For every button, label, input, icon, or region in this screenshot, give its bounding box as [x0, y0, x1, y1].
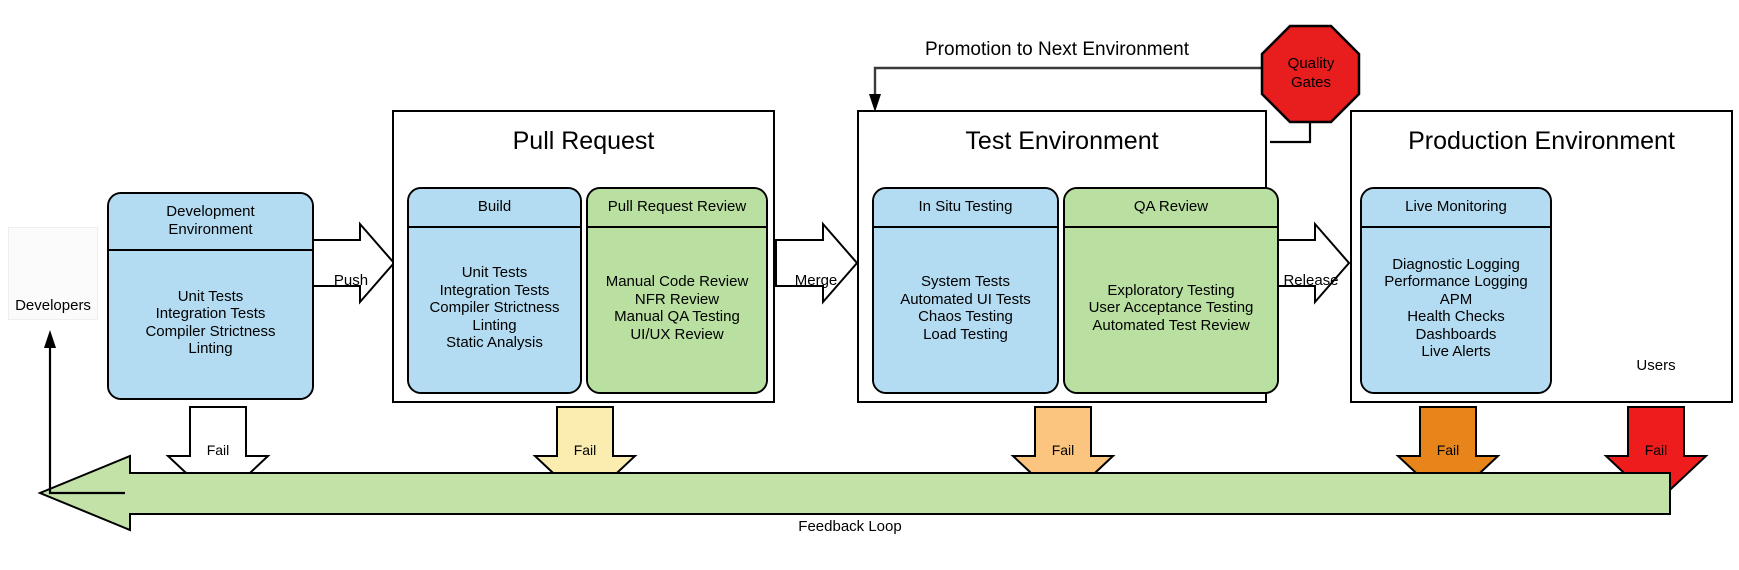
list-item: Manual QA Testing: [614, 308, 740, 325]
stage-card-in-situ-testing-items: System Tests Automated UI Tests Chaos Te…: [874, 228, 1057, 392]
stage-card-live-monitoring[interactable]: Live Monitoring Diagnostic Logging Perfo…: [1360, 187, 1552, 394]
stage-card-qa-review-title: QA Review: [1065, 189, 1277, 228]
lane-production-environment-title: Production Environment: [1408, 127, 1675, 155]
users-label: Users: [1636, 357, 1676, 374]
list-item: Compiler Strictness: [429, 299, 560, 317]
fail-arrow-label-5: Fail: [1644, 442, 1668, 458]
list-item: Manual Code Review: [605, 273, 749, 290]
merge-arrow-label: Merge: [794, 272, 838, 289]
fail-arrow-label-3: Fail: [1051, 442, 1075, 458]
promotion-connector: [869, 66, 1265, 112]
stage-card-in-situ-testing-title: In Situ Testing: [874, 189, 1057, 228]
fail-arrow-label-1: Fail: [206, 442, 230, 458]
list-item: Linting: [472, 316, 517, 334]
list-item: Static Analysis: [446, 334, 543, 352]
release-arrow: [1267, 221, 1351, 305]
fail-arrow-label-4: Fail: [1436, 442, 1460, 458]
stage-card-build-title: Build: [409, 189, 580, 228]
quality-gates-line-1: Quality: [1287, 55, 1335, 72]
stage-card-development[interactable]: Development Environment Unit Tests Integ…: [107, 192, 314, 400]
list-item: Performance Logging: [1384, 273, 1528, 290]
list-item: Automated Test Review: [1092, 316, 1250, 334]
list-item: Load Testing: [923, 325, 1008, 343]
list-item: Linting: [188, 340, 233, 357]
stage-card-development-title: Development Environment: [109, 194, 312, 251]
push-arrow-label: Push: [333, 272, 369, 289]
stage-card-pull-request-review[interactable]: Pull Request Review Manual Code Review N…: [586, 187, 768, 394]
stage-card-qa-review-items: Exploratory Testing User Acceptance Test…: [1065, 228, 1277, 392]
list-item: APM: [1439, 290, 1473, 308]
list-item: Health Checks: [1407, 308, 1505, 325]
release-arrow-label: Release: [1283, 272, 1339, 289]
merge-arrow: [775, 221, 859, 305]
list-item: Compiler Strictness: [145, 322, 276, 340]
list-item: Unit Tests: [461, 264, 528, 282]
quality-gates-line-2: Gates: [1290, 74, 1332, 91]
list-item: Automated UI Tests: [900, 290, 1031, 308]
stage-card-live-monitoring-title: Live Monitoring: [1362, 189, 1550, 228]
stage-card-live-monitoring-items: Diagnostic Logging Performance Logging A…: [1362, 228, 1550, 392]
dev-title-line-2: Environment: [168, 221, 253, 238]
promotion-label: Promotion to Next Environment: [925, 39, 1190, 60]
lane-test-environment-title: Test Environment: [965, 127, 1159, 155]
feedback-loop-label: Feedback Loop: [798, 518, 902, 535]
list-item: Integration Tests: [155, 305, 266, 322]
dev-title-line-1: Development: [166, 203, 255, 220]
quality-gates-label: Quality Gates: [1262, 54, 1360, 92]
list-item: Dashboards: [1415, 325, 1497, 343]
stage-card-pull-request-review-items: Manual Code Review NFR Review Manual QA …: [588, 228, 766, 392]
stage-card-qa-review[interactable]: QA Review Exploratory Testing User Accep…: [1063, 187, 1279, 394]
list-item: Exploratory Testing: [1107, 281, 1235, 299]
list-item: Integration Tests: [439, 281, 550, 299]
list-item: Live Alerts: [1421, 343, 1491, 360]
lane-pull-request-title: Pull Request: [512, 127, 655, 155]
list-item: System Tests: [921, 273, 1010, 290]
stage-card-build[interactable]: Build Unit Tests Integration Tests Compi…: [407, 187, 582, 394]
list-item: Diagnostic Logging: [1392, 255, 1520, 273]
diagram-canvas: Developers Development Environment Unit …: [0, 0, 1739, 570]
users-actor[interactable]: Users: [1606, 215, 1706, 375]
list-item: User Acceptance Testing: [1088, 299, 1254, 317]
stage-card-development-items: Unit Tests Integration Tests Compiler St…: [109, 251, 312, 398]
push-arrow: [312, 221, 396, 305]
list-item: UI/UX Review: [630, 325, 724, 343]
developers-label: Developers: [15, 297, 91, 314]
developers-actor[interactable]: Developers: [8, 227, 98, 320]
list-item: NFR Review: [634, 290, 720, 308]
fail-arrow-label-2: Fail: [573, 442, 597, 458]
stage-card-pull-request-review-title: Pull Request Review: [588, 189, 766, 228]
list-item: Chaos Testing: [918, 308, 1013, 325]
stage-card-build-items: Unit Tests Integration Tests Compiler St…: [409, 228, 580, 392]
stage-card-in-situ-testing[interactable]: In Situ Testing System Tests Automated U…: [872, 187, 1059, 394]
list-item: Unit Tests: [177, 287, 244, 305]
